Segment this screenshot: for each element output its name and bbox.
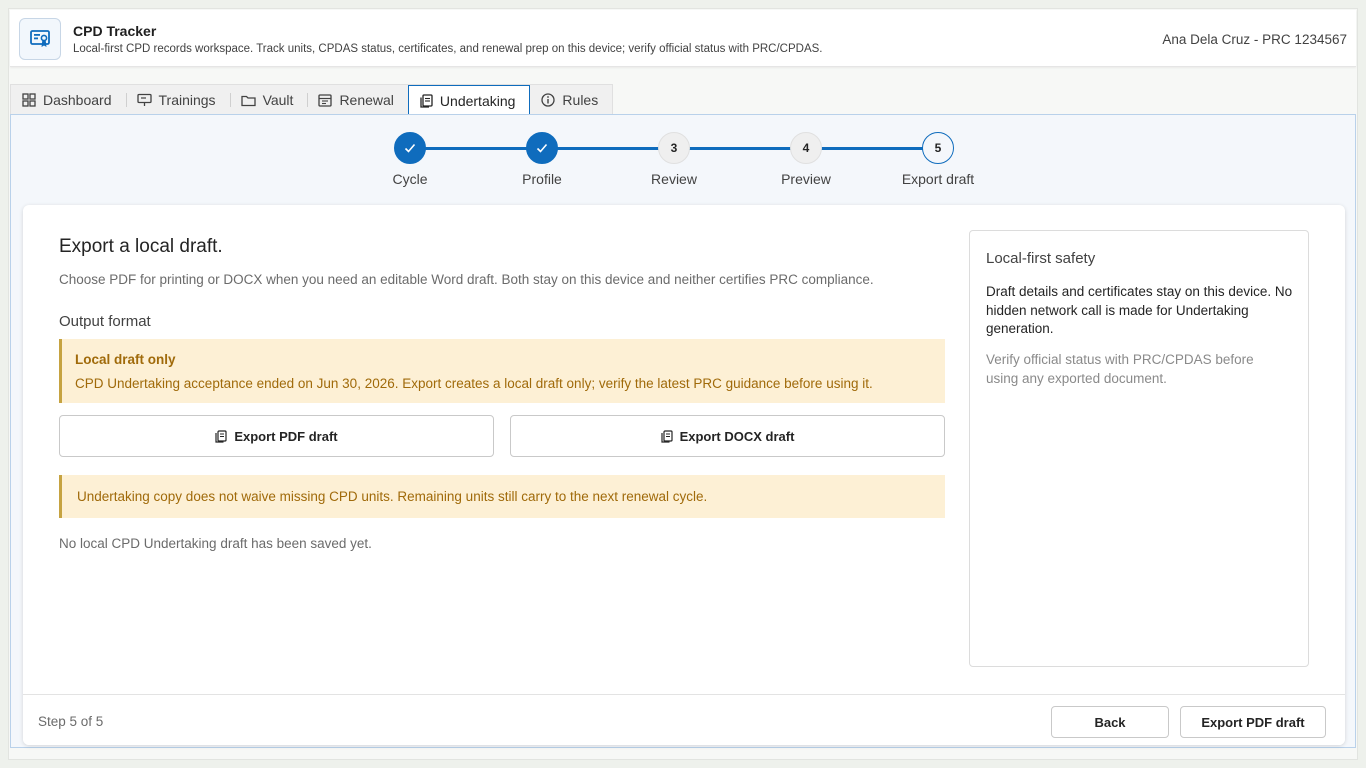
export-card: Export a local draft. Choose PDF for pri…: [23, 205, 1345, 745]
tab-label: Trainings: [158, 92, 216, 108]
tab-vault[interactable]: Vault: [229, 85, 308, 115]
safety-note: Verify official status with PRC/CPDAS be…: [986, 352, 1254, 386]
tab-rules[interactable]: Rules: [530, 85, 612, 115]
app-header: CPD Tracker Local-first CPD records work…: [10, 10, 1356, 67]
wizard-footer: Step 5 of 5 Back Export PDF draft: [23, 694, 1345, 745]
export-docx-label: Export DOCX draft: [679, 428, 795, 444]
tab-label: Renewal: [339, 92, 394, 108]
certificate-icon: [19, 18, 61, 60]
document-icon: [215, 429, 227, 443]
document-icon: [420, 94, 433, 108]
units-note: Undertaking copy does not waive missing …: [59, 475, 945, 518]
step-3-circle[interactable]: 3: [658, 132, 690, 164]
step-count: Step 5 of 5: [38, 714, 104, 729]
step-connector: [689, 147, 791, 150]
tab-trainings[interactable]: Trainings: [125, 85, 230, 115]
undertaking-panel: 3 4 5 Cycle Profile Review Preview Expor…: [10, 114, 1356, 748]
safety-sidebar: Local-first safety Draft details and cer…: [969, 230, 1309, 667]
page-description: Choose PDF for printing or DOCX when you…: [59, 272, 874, 287]
tab-label: Dashboard: [43, 92, 112, 108]
grid-icon: [22, 93, 36, 107]
tab-renewal[interactable]: Renewal: [307, 85, 407, 115]
tab-dashboard[interactable]: Dashboard: [11, 85, 126, 115]
export-pdf-label: Export PDF draft: [234, 428, 338, 444]
step-2-circle[interactable]: [526, 132, 558, 164]
note-text: Undertaking copy does not waive missing …: [77, 489, 708, 504]
step-connector: [821, 147, 923, 150]
step-2-label: Profile: [522, 171, 562, 187]
safety-title: Local-first safety: [986, 250, 1096, 267]
user-identity: Ana Dela Cruz - PRC 1234567: [1162, 32, 1347, 47]
warning-title: Local draft only: [75, 352, 176, 367]
output-format-heading: Output format: [59, 313, 151, 330]
tab-label: Undertaking: [439, 93, 516, 109]
step-3-label: Review: [651, 171, 697, 187]
export-docx-button[interactable]: Export DOCX draft: [510, 415, 945, 457]
info-icon: [541, 93, 556, 107]
page-title: Export a local draft.: [59, 236, 223, 257]
document-icon: [660, 429, 673, 443]
checkmark-icon: [404, 143, 416, 153]
step-connector: [557, 147, 659, 150]
tab-label: Rules: [562, 92, 599, 108]
step-4-circle[interactable]: 4: [790, 132, 822, 164]
step-5-circle[interactable]: 5: [922, 132, 954, 164]
presentation-icon: [136, 93, 152, 106]
export-pdf-button[interactable]: Export PDF draft: [59, 415, 494, 457]
local-draft-warning: Local draft only CPD Undertaking accepta…: [59, 339, 945, 403]
calendar-icon: [318, 94, 333, 107]
tab-undertaking[interactable]: Undertaking: [407, 85, 531, 116]
back-button[interactable]: Back: [1051, 706, 1169, 738]
main-tabs: Dashboard Trainings Vault Renewal Undert…: [10, 84, 614, 116]
empty-state-text: No local CPD Undertaking draft has been …: [59, 536, 372, 551]
folder-icon: [240, 95, 256, 106]
step-4-label: Preview: [781, 171, 831, 187]
step-5-label: Export draft: [901, 171, 975, 187]
export-pdf-primary-button[interactable]: Export PDF draft: [1180, 706, 1326, 738]
step-1-circle[interactable]: [394, 132, 426, 164]
warning-text: CPD Undertaking acceptance ended on Jun …: [75, 376, 873, 391]
checkmark-icon: [536, 143, 548, 153]
app-title: CPD Tracker: [73, 23, 157, 39]
safety-body: Draft details and certificates stay on t…: [986, 284, 1293, 336]
step-connector: [425, 147, 527, 150]
tab-label: Vault: [262, 92, 294, 108]
step-1-label: Cycle: [392, 171, 428, 187]
wizard-stepper: 3 4 5 Cycle Profile Review Preview Expor…: [11, 115, 1355, 205]
app-subtitle: Local-first CPD records workspace. Track…: [73, 43, 823, 55]
